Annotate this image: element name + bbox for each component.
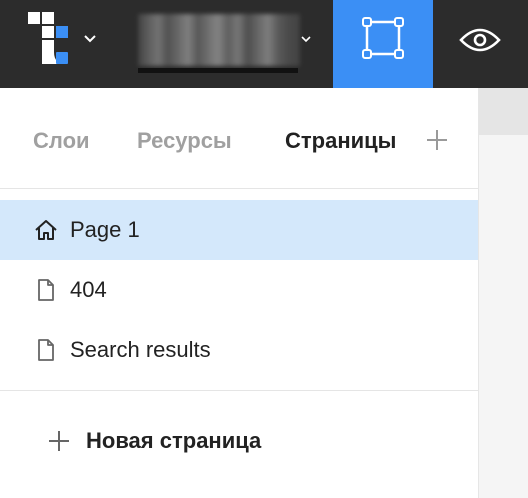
- page-item-label: Page 1: [70, 217, 140, 242]
- divider: [0, 390, 478, 391]
- frame-tool-icon: [362, 17, 404, 59]
- panel-tabs: Слои Ресурсы Страницы: [0, 88, 478, 189]
- new-page-label: Новая страница: [86, 428, 262, 453]
- tab-resources[interactable]: Ресурсы: [137, 128, 232, 154]
- canvas-area[interactable]: [478, 88, 528, 498]
- chevron-down-icon[interactable]: [83, 31, 97, 45]
- preview-button[interactable]: [433, 0, 528, 88]
- project-name-blurred: [138, 14, 300, 66]
- top-toolbar: [0, 0, 528, 88]
- app-logo-icon[interactable]: [28, 12, 68, 64]
- page-item-label: 404: [70, 277, 107, 302]
- page-item-page-1[interactable]: Page 1: [0, 200, 478, 260]
- page-item-search-results[interactable]: Search results: [0, 320, 478, 380]
- new-page-button[interactable]: Новая страница: [0, 411, 478, 471]
- home-icon: [34, 218, 58, 242]
- add-page-tab-button[interactable]: [426, 129, 448, 151]
- eye-icon: [459, 28, 501, 52]
- frame-tool-button[interactable]: [333, 0, 433, 88]
- plus-icon: [48, 430, 70, 452]
- chevron-down-icon[interactable]: [300, 32, 312, 44]
- page-item-label: Search results: [70, 337, 211, 362]
- page-item-404[interactable]: 404: [0, 260, 478, 320]
- pages-panel: Слои Ресурсы Страницы Page 1 404 Search …: [0, 88, 478, 498]
- file-icon: [34, 338, 58, 362]
- project-name-underline: [138, 68, 298, 73]
- tab-pages[interactable]: Страницы: [285, 128, 396, 154]
- canvas-ruler: [479, 88, 528, 135]
- plus-icon: [427, 130, 447, 150]
- file-icon: [34, 278, 58, 302]
- tab-layers[interactable]: Слои: [33, 128, 90, 154]
- project-name-button[interactable]: [138, 14, 318, 74]
